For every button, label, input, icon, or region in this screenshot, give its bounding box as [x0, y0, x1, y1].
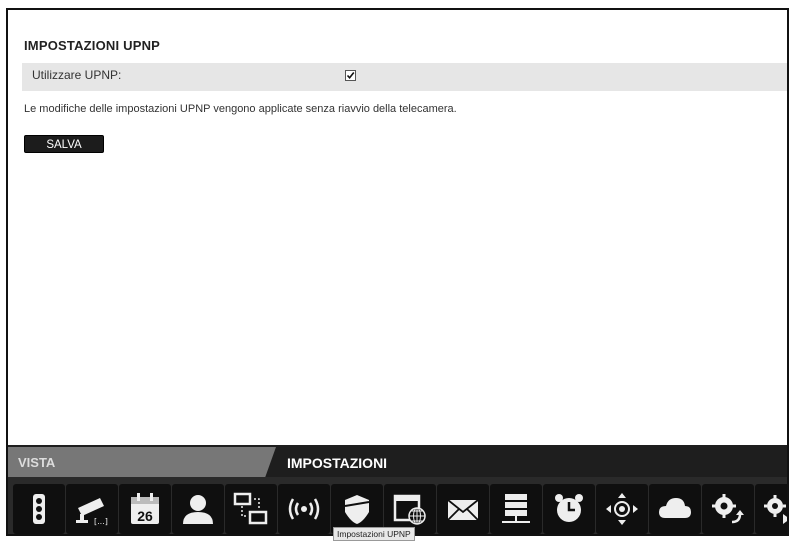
upnp-label: Utilizzare UPNP:: [32, 68, 122, 82]
settings-restore-icon: [712, 494, 744, 524]
upnp-tooltip: Impostazioni UPNP: [333, 527, 415, 541]
tab-impostazioni[interactable]: IMPOSTAZIONI: [287, 455, 387, 471]
cloud-button[interactable]: [649, 484, 701, 534]
status-light-button[interactable]: [13, 484, 65, 534]
checkmark-icon: [346, 72, 355, 80]
info-note: Le modifiche delle impostazioni UPNP ven…: [24, 103, 457, 115]
upnp-setting-row: Utilizzare UPNP:: [22, 63, 787, 91]
wireless-button[interactable]: [278, 484, 330, 534]
settings-next-icon: [764, 495, 787, 524]
alarm-clock-icon: [555, 494, 583, 522]
network-icon: [233, 492, 268, 525]
ptz-control-button[interactable]: [596, 484, 648, 534]
upnp-checkbox[interactable]: [345, 70, 356, 81]
cloud-icon: [659, 498, 691, 518]
wireless-icon: [288, 498, 320, 520]
shield-icon: [344, 495, 370, 524]
status-light-icon: [33, 494, 45, 524]
page-title: IMPOSTAZIONI UPNP: [24, 38, 161, 53]
camera-icon: [...]: [76, 498, 108, 526]
ptz-control-icon: [606, 493, 638, 525]
tab-vista-label: VISTA: [18, 455, 56, 470]
camera-caption: [...]: [94, 517, 108, 526]
main-content: IMPOSTAZIONI UPNP Utilizzare UPNP: Le mo…: [8, 10, 787, 440]
server-button[interactable]: [490, 484, 542, 534]
upnp-globe-icon: [393, 494, 426, 525]
server-icon: [502, 494, 530, 523]
camera-button[interactable]: [...]: [66, 484, 118, 534]
settings-restore-button[interactable]: [702, 484, 754, 534]
network-button[interactable]: [225, 484, 277, 534]
user-button[interactable]: [172, 484, 224, 534]
mail-icon: [447, 499, 479, 521]
user-icon: [183, 495, 213, 524]
tab-bar: VISTA IMPOSTAZIONI: [8, 445, 787, 477]
calendar-day: 26: [137, 508, 153, 524]
calendar-button[interactable]: 26: [119, 484, 171, 534]
window-frame: IMPOSTAZIONI UPNP Utilizzare UPNP: Le mo…: [6, 8, 789, 536]
settings-next-button[interactable]: [755, 484, 787, 534]
mail-button[interactable]: [437, 484, 489, 534]
calendar-icon: 26: [131, 493, 159, 524]
alarm-clock-button[interactable]: [543, 484, 595, 534]
save-button[interactable]: SALVA: [24, 135, 104, 153]
tab-vista[interactable]: VISTA: [8, 447, 276, 477]
